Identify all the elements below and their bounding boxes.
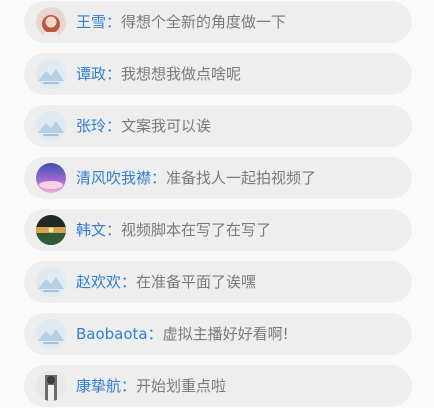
name-separator: ： (147, 325, 163, 343)
commenter-name[interactable]: 王雪 (76, 13, 106, 31)
avatar[interactable] (36, 7, 66, 37)
comment-text: 韩文：视频脚本在写了在写了 (76, 220, 271, 240)
comment-row[interactable]: 张玲：文案我可以诶 (24, 105, 412, 147)
user-photo-icon (36, 371, 66, 401)
comment-text: 清风吹我襟：准备找人一起拍视频了 (76, 168, 316, 188)
avatar[interactable] (36, 215, 66, 245)
comment-message: 得想个全新的角度做一下 (121, 13, 287, 31)
comment-message: 我想想我做点啥呢 (121, 65, 242, 83)
commenter-name[interactable]: 韩文 (76, 221, 106, 239)
name-separator: ： (106, 65, 122, 83)
name-separator: ： (106, 221, 122, 239)
avatar[interactable] (36, 163, 66, 193)
comment-text: 康挚航：开始划重点啦 (76, 376, 226, 396)
name-separator: ： (106, 13, 122, 31)
comment-message: 准备找人一起拍视频了 (166, 169, 317, 187)
comment-row[interactable]: 谭政：我想想我做点啥呢 (24, 53, 412, 95)
comment-message: 虚拟主播好好看啊! (162, 325, 289, 343)
comment-row[interactable]: 王雪：得想个全新的角度做一下 (24, 1, 412, 43)
comment-list: 王雪：得想个全新的角度做一下 谭政：我想想我做点啥呢 张玲：文案我可以诶 清风吹… (0, 0, 434, 408)
user-photo-icon (36, 7, 66, 37)
comment-row[interactable]: 赵欢欢：在准备平面了诶嘿 (24, 261, 412, 303)
default-avatar-icon (36, 59, 66, 89)
commenter-name[interactable]: 清风吹我襟 (76, 169, 151, 187)
avatar[interactable] (36, 59, 66, 89)
default-avatar-icon (36, 319, 66, 349)
user-photo-icon (36, 163, 66, 193)
avatar[interactable] (36, 267, 66, 297)
commenter-name[interactable]: Baobaota (76, 325, 148, 343)
comment-text: 谭政：我想想我做点啥呢 (76, 64, 241, 84)
avatar[interactable] (36, 371, 66, 401)
comment-message: 视频脚本在写了在写了 (121, 221, 272, 239)
default-avatar-icon (36, 267, 66, 297)
name-separator: ： (121, 377, 137, 395)
commenter-name[interactable]: 康挚航 (76, 377, 121, 395)
comment-message: 文案我可以诶 (121, 117, 212, 135)
comment-message: 在准备平面了诶嘿 (136, 273, 257, 291)
commenter-name[interactable]: 赵欢欢 (76, 273, 121, 291)
avatar[interactable] (36, 111, 66, 141)
name-separator: ： (151, 169, 167, 187)
comment-text: 张玲：文案我可以诶 (76, 116, 211, 136)
name-separator: ： (106, 117, 122, 135)
comment-row[interactable]: 清风吹我襟：准备找人一起拍视频了 (24, 157, 412, 199)
comment-row[interactable]: 韩文：视频脚本在写了在写了 (24, 209, 412, 251)
comment-text: 王雪：得想个全新的角度做一下 (76, 12, 286, 32)
commenter-name[interactable]: 谭政 (76, 65, 106, 83)
comment-message: 开始划重点啦 (136, 377, 227, 395)
commenter-name[interactable]: 张玲 (76, 117, 106, 135)
default-avatar-icon (36, 111, 66, 141)
avatar[interactable] (36, 319, 66, 349)
comment-row[interactable]: 康挚航：开始划重点啦 (24, 365, 412, 407)
comment-text: 赵欢欢：在准备平面了诶嘿 (76, 272, 256, 292)
name-separator: ： (121, 273, 137, 291)
comment-row[interactable]: Baobaota：虚拟主播好好看啊! (24, 313, 412, 355)
user-photo-icon (36, 215, 66, 245)
comment-text: Baobaota：虚拟主播好好看啊! (76, 324, 289, 344)
